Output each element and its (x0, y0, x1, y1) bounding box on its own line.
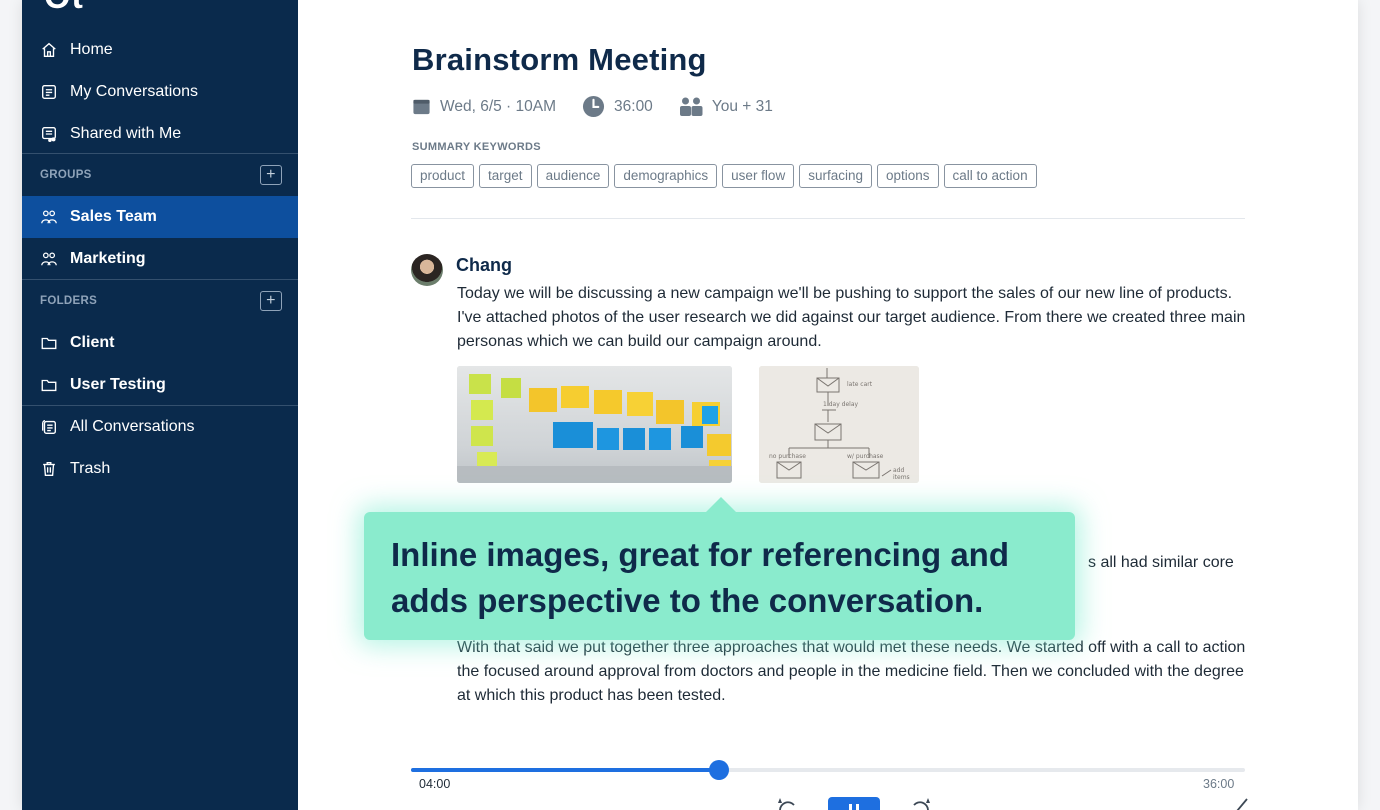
app-window: Ot Home My Conversations Shared with Me … (22, 0, 1358, 810)
keyword-tag[interactable]: audience (536, 164, 610, 188)
page-title: Brainstorm Meeting (412, 42, 707, 77)
transcript-paragraph: Today we will be discussing a new campai… (457, 285, 1246, 350)
sidebar-item-label: Client (70, 334, 115, 351)
groups-header-label: GROUPS (40, 169, 92, 181)
folders-header-label: FOLDERS (40, 295, 98, 307)
speaker-name[interactable]: Chang (456, 255, 512, 276)
sidebar-item-trash[interactable]: Trash (22, 448, 298, 490)
rewind-icon[interactable] (776, 797, 800, 810)
meeting-participants[interactable]: You + 31 (679, 97, 773, 117)
sidebar-item-label: Marketing (70, 250, 146, 267)
svg-text:late cart: late cart (847, 381, 873, 388)
svg-text:1 day delay: 1 day delay (823, 401, 859, 408)
add-group-button[interactable]: + (260, 165, 282, 185)
meeting-date-text: Wed, 6/5 · 10AM (440, 97, 557, 115)
summary-keywords: product target audience demographics use… (411, 164, 1042, 188)
sidebar-item-label: Shared with Me (70, 125, 182, 142)
sidebar-item-user-testing[interactable]: User Testing (22, 364, 298, 406)
playback-progress-fill (411, 768, 719, 772)
sidebar-item-home[interactable]: Home (22, 29, 298, 71)
document-icon (39, 82, 59, 102)
meeting-date: Wed, 6/5 · 10AM (412, 97, 556, 116)
folder-icon (39, 333, 59, 353)
groups-section-header: GROUPS + (22, 154, 298, 196)
sidebar-item-label: All Conversations (70, 418, 195, 435)
sidebar-item-all-conversations[interactable]: All Conversations (22, 406, 298, 448)
clock-icon (582, 95, 605, 118)
sidebar-item-label: My Conversations (70, 83, 199, 100)
stacked-documents-icon (39, 417, 59, 437)
keyword-tag[interactable]: product (411, 164, 475, 188)
transcript-paragraph: With that said we put together three app… (457, 639, 1246, 704)
avatar[interactable] (411, 254, 443, 286)
keyword-tag[interactable]: call to action (943, 164, 1037, 188)
participants-icon (679, 97, 703, 116)
keyword-tag[interactable]: demographics (614, 164, 718, 188)
add-folder-button[interactable]: + (260, 291, 282, 311)
svg-text:add: add (893, 467, 904, 474)
sidebar-item-label: User Testing (70, 376, 166, 393)
fast-forward-icon[interactable] (908, 797, 932, 810)
group-icon (39, 249, 59, 269)
sidebar-item-shared-with-me[interactable]: Shared with Me (22, 113, 298, 155)
playback-scrubber-handle[interactable] (708, 760, 729, 780)
meeting-meta: Wed, 6/5 · 10AM 36:00 You + 31 (412, 95, 799, 118)
whiteboard-sketch: late cart 1 day delay no purchase w/ pur… (759, 366, 919, 483)
sidebar-item-label: Trash (70, 460, 111, 477)
trash-icon (39, 459, 59, 479)
header-divider (411, 218, 1245, 219)
edit-pencil-icon[interactable] (1234, 797, 1250, 810)
home-icon (39, 40, 59, 60)
inline-image-sticky-notes[interactable] (457, 366, 732, 483)
sidebar-item-marketing[interactable]: Marketing (22, 238, 298, 280)
sidebar-item-label: Home (70, 41, 113, 58)
total-time: 36:00 (1203, 777, 1235, 791)
group-icon (39, 207, 59, 227)
svg-text:w/ purchase: w/ purchase (847, 453, 884, 460)
pause-icon (849, 804, 859, 810)
summary-keywords-label: SUMMARY KEYWORDS (412, 141, 541, 153)
sidebar-item-label: Sales Team (70, 208, 157, 225)
current-time: 04:00 (419, 777, 451, 791)
keyword-tag[interactable]: user flow (722, 164, 795, 188)
sidebar: Ot Home My Conversations Shared with Me … (22, 0, 298, 810)
sidebar-item-sales-team[interactable]: Sales Team (22, 196, 298, 238)
inline-image-whiteboard-flow[interactable]: late cart 1 day delay no purchase w/ pur… (759, 366, 919, 483)
keyword-tag[interactable]: surfacing (799, 164, 872, 188)
calendar-icon (413, 99, 430, 115)
svg-text:items: items (893, 474, 910, 481)
keyword-tag[interactable]: options (876, 164, 939, 188)
sidebar-item-my-conversations[interactable]: My Conversations (22, 71, 298, 113)
callout-pointer (705, 497, 737, 513)
folder-icon (39, 375, 59, 395)
play-pause-button[interactable] (828, 797, 880, 810)
app-logo[interactable]: Ot (44, 0, 84, 17)
keyword-tag[interactable]: target (479, 164, 532, 188)
transcript-paragraph-partial: s all had similar core (1088, 554, 1234, 571)
meeting-duration-text: 36:00 (614, 97, 653, 115)
feature-callout: Inline images, great for referencing and… (364, 512, 1075, 640)
playback-progress-bar[interactable] (411, 760, 1245, 780)
conversation-view: Brainstorm Meeting Wed, 6/5 · 10AM 36:00… (298, 0, 1358, 810)
meeting-duration: 36:00 (582, 95, 653, 118)
participants-text: You + 31 (711, 97, 773, 115)
svg-text:no purchase: no purchase (769, 453, 806, 460)
folders-section-header: FOLDERS + (22, 280, 298, 322)
shared-document-icon (39, 124, 59, 144)
sidebar-item-client[interactable]: Client (22, 322, 298, 364)
